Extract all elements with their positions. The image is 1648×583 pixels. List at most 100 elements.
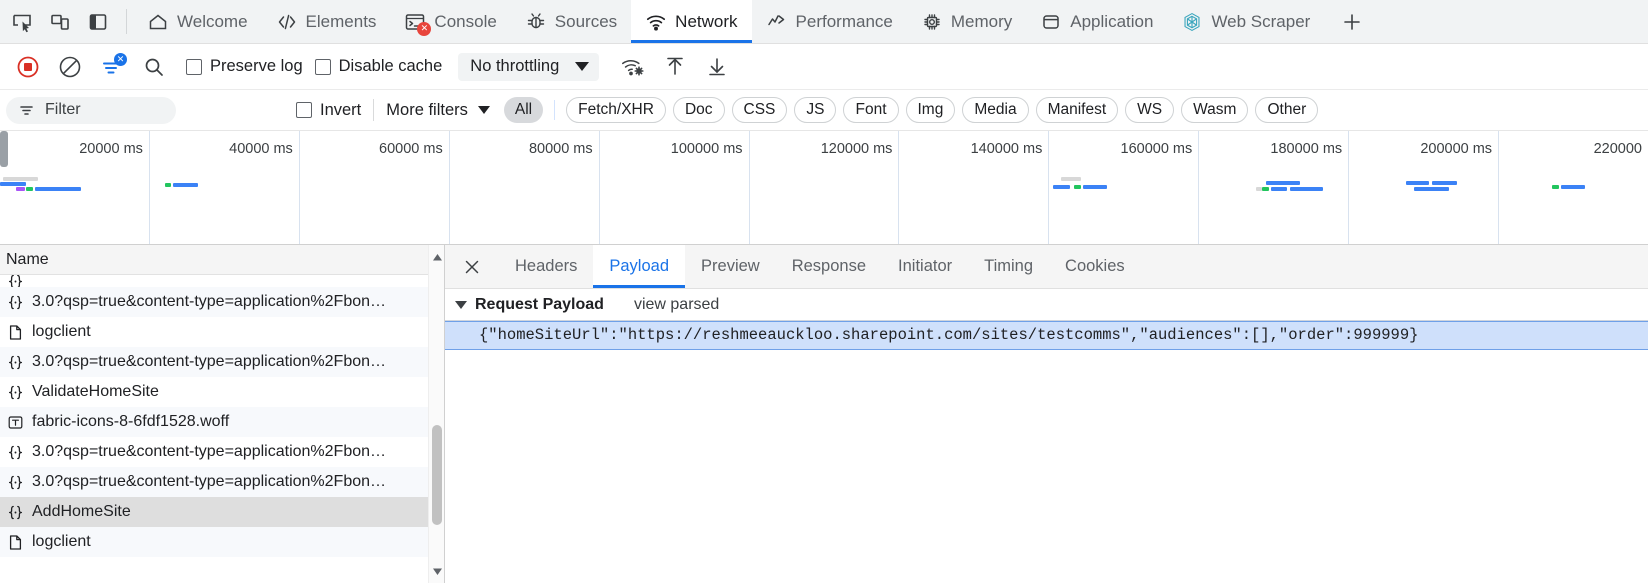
section-title: Request Payload	[475, 295, 604, 313]
close-icon[interactable]	[445, 245, 499, 288]
tab-application[interactable]: Application	[1026, 0, 1167, 43]
tab-network[interactable]: Network	[631, 0, 752, 43]
request-rows-container[interactable]: 3.0?qsp=true&content-type=application%2F…	[0, 275, 444, 583]
checkbox-box	[296, 102, 312, 118]
network-overview-timeline[interactable]: 20000 ms 40000 ms 60000 ms 80000 ms 1000…	[0, 131, 1648, 245]
chip-wasm[interactable]: Wasm	[1181, 97, 1249, 123]
wifi-icon	[645, 11, 667, 33]
overview-activity-bar	[164, 183, 172, 187]
tab-payload[interactable]: Payload	[593, 245, 686, 288]
chip-js[interactable]: JS	[794, 97, 837, 123]
scroll-down-arrow[interactable]	[429, 563, 444, 579]
chip-doc[interactable]: Doc	[672, 97, 725, 123]
record-button[interactable]	[12, 51, 44, 83]
overview-activity-bar	[1053, 185, 1070, 189]
clear-button[interactable]	[54, 51, 86, 83]
overview-activity-bar	[1405, 181, 1429, 185]
tab-cookies[interactable]: Cookies	[1049, 245, 1141, 288]
json-icon	[6, 473, 24, 491]
network-conditions-icon[interactable]	[617, 51, 649, 83]
code-brackets-icon	[276, 11, 298, 33]
overview-window-handle[interactable]	[0, 131, 8, 167]
inspect-element-icon[interactable]	[8, 8, 36, 36]
payload-content: Request Payload view parsed {"homeSiteUr…	[445, 289, 1648, 583]
bug-icon	[525, 11, 547, 33]
filter-toggle-button[interactable]: ✕	[96, 51, 128, 83]
chip-font[interactable]: Font	[843, 97, 899, 123]
invert-checkbox[interactable]: Invert	[296, 101, 361, 120]
preserve-log-checkbox[interactable]: Preserve log	[186, 57, 303, 76]
chip-manifest[interactable]: Manifest	[1035, 97, 1119, 123]
table-row[interactable]: 3.0?qsp=true&content-type=application%2F…	[0, 287, 444, 317]
chip-icon	[921, 11, 943, 33]
tab-headers[interactable]: Headers	[499, 245, 593, 288]
json-icon	[6, 275, 24, 287]
table-row[interactable]: ValidateHomeSite	[0, 377, 444, 407]
search-button[interactable]	[138, 51, 170, 83]
request-name: 3.0?qsp=true&content-type=application%2F…	[32, 473, 387, 490]
overview-activity-bar	[26, 187, 33, 191]
scrollbar-thumb[interactable]	[432, 425, 442, 525]
overview-activity-bar	[1270, 187, 1288, 191]
table-row[interactable]: AddHomeSite	[0, 497, 444, 527]
disable-cache-checkbox[interactable]: Disable cache	[314, 57, 442, 76]
more-filters-dropdown[interactable]: More filters	[386, 101, 490, 120]
chip-img[interactable]: Img	[905, 97, 956, 123]
view-parsed-link[interactable]: view parsed	[634, 296, 719, 314]
device-toolbar-icon[interactable]	[46, 8, 74, 36]
tab-preview[interactable]: Preview	[685, 245, 776, 288]
chip-css[interactable]: CSS	[731, 97, 788, 123]
tab-timing[interactable]: Timing	[968, 245, 1049, 288]
dock-side-icon[interactable]	[84, 8, 112, 36]
request-name: logclient	[32, 323, 91, 340]
tab-sources[interactable]: Sources	[511, 0, 631, 43]
import-har-icon[interactable]	[659, 51, 691, 83]
chip-fetch-xhr[interactable]: Fetch/XHR	[566, 97, 666, 123]
tab-memory[interactable]: Memory	[907, 0, 1026, 43]
chip-all[interactable]: All	[503, 97, 544, 123]
table-row[interactable]: logclient	[0, 527, 444, 557]
tab-response[interactable]: Response	[776, 245, 882, 288]
console-terminal-icon: ✕	[404, 11, 432, 36]
tab-performance[interactable]: Performance	[752, 0, 907, 43]
tab-initiator[interactable]: Initiator	[882, 245, 968, 288]
throttling-select[interactable]: No throttling	[458, 52, 600, 81]
tab-welcome[interactable]: Welcome	[133, 0, 262, 43]
overview-activity-bar	[1290, 187, 1324, 191]
payload-raw-text[interactable]: {"homeSiteUrl":"https://reshmeeauckloo.s…	[445, 321, 1648, 350]
network-toolbar: ✕ Preserve log Disable cache No throttli…	[0, 44, 1648, 90]
tab-elements[interactable]: Elements	[262, 0, 391, 43]
request-list-scrollbar[interactable]	[428, 245, 444, 583]
scroll-up-arrow[interactable]	[429, 249, 444, 265]
chip-ws[interactable]: WS	[1125, 97, 1175, 123]
tab-label: Console	[434, 12, 497, 31]
table-row[interactable]: fabric-icons-8-6fdf1528.woff	[0, 407, 444, 437]
tab-console[interactable]: ✕ Console	[390, 0, 510, 43]
table-row[interactable]: 3.0?qsp=true&content-type=application%2F…	[0, 437, 444, 467]
search-input[interactable]: Filter	[6, 96, 176, 124]
table-row[interactable]: logclient	[0, 317, 444, 347]
table-row[interactable]: 3.0?qsp=true&content-type=application%2F…	[0, 467, 444, 497]
export-har-icon[interactable]	[701, 51, 733, 83]
gauge-icon	[766, 11, 788, 33]
overview-activity-bar	[1262, 187, 1269, 191]
table-row[interactable]: 3.0?qsp=true&content-type=application%2F…	[0, 347, 444, 377]
overview-activity-bar	[1552, 185, 1559, 189]
request-name: 3.0?qsp=true&content-type=application%2F…	[32, 293, 387, 310]
add-panel-button[interactable]	[1324, 0, 1380, 43]
request-payload-section-header: Request Payload view parsed	[445, 289, 1648, 321]
panel-tabs: Welcome Elements ✕ Console Sources Netwo…	[133, 0, 1380, 43]
overview-activity-bar	[1265, 181, 1301, 185]
overview-activity-bar	[34, 187, 81, 191]
tab-label: Web Scraper	[1211, 12, 1311, 31]
tab-label: Elements	[305, 12, 377, 31]
json-icon	[6, 293, 24, 311]
chip-other[interactable]: Other	[1255, 97, 1319, 123]
tab-web-scraper[interactable]: Web Scraper	[1167, 0, 1324, 43]
tab-label: Performance	[795, 12, 893, 31]
tab-label: Network	[675, 12, 738, 31]
overview-activity-bar	[1082, 185, 1108, 189]
chip-media[interactable]: Media	[962, 97, 1029, 123]
table-row[interactable]	[0, 275, 444, 287]
chevron-down-icon[interactable]	[455, 300, 467, 309]
